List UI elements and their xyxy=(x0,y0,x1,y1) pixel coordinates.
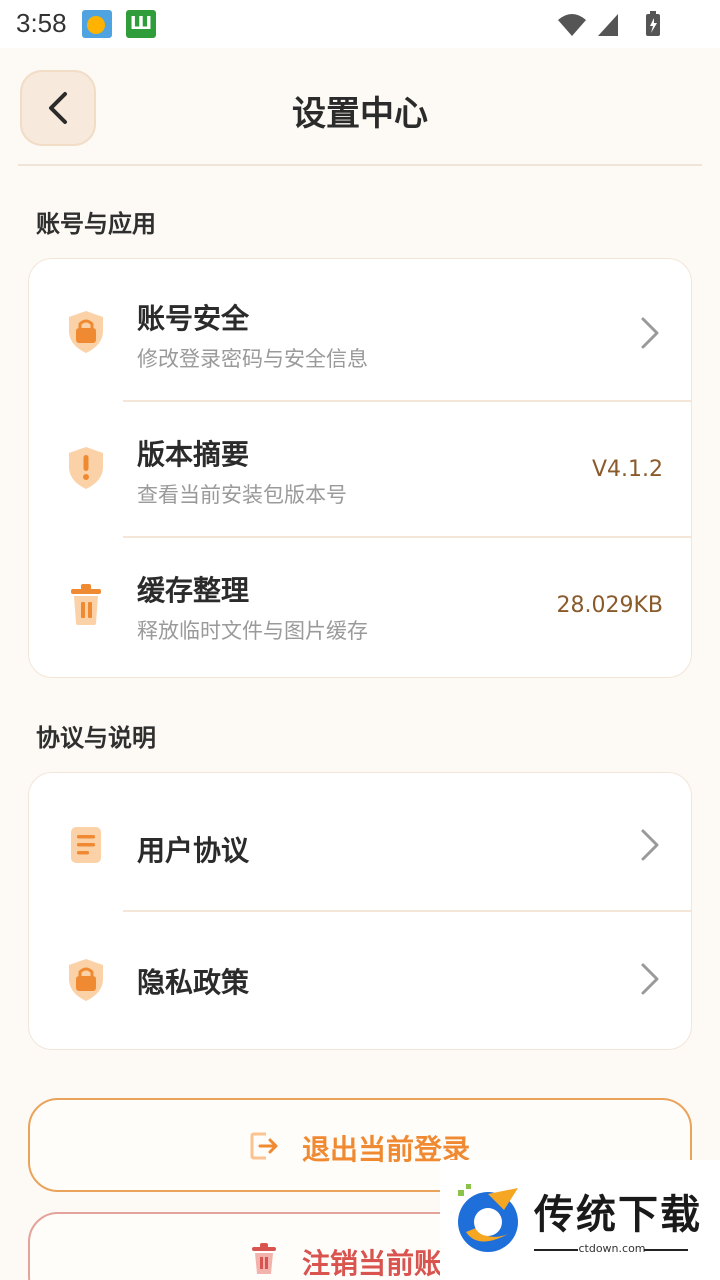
row-privacy-policy[interactable]: 隐私政策 xyxy=(29,911,693,1051)
delete-account-label: 注销当前账 xyxy=(302,1247,443,1280)
shield-lock-icon xyxy=(69,959,103,1001)
watermark-line-right xyxy=(644,1249,688,1251)
weather-app-icon xyxy=(82,10,112,38)
watermark-logo-icon xyxy=(458,1184,518,1252)
row-title: 缓存整理 xyxy=(137,574,250,607)
trash-icon xyxy=(71,584,101,625)
agreements-card: 用户协议 隐私政策 xyxy=(28,772,692,1050)
section-title-agreements: 协议与说明 xyxy=(36,724,156,752)
watermark-brand: 传统下载 xyxy=(534,1192,702,1238)
row-subtitle: 查看当前安装包版本号 xyxy=(137,483,347,507)
row-version-summary[interactable]: 版本摘要 查看当前安装包版本号 V4.1.2 xyxy=(29,401,693,537)
section-title-account: 账号与应用 xyxy=(36,210,156,238)
status-indicators xyxy=(552,10,672,38)
row-cache-cleanup[interactable]: 缓存整理 释放临时文件与图片缓存 28.029KB xyxy=(29,537,693,679)
watermark: 传统下载 ctdown.com xyxy=(440,1160,720,1280)
page-title: 设置中心 xyxy=(292,94,428,134)
row-title: 用户协议 xyxy=(137,834,250,867)
version-value: V4.1.2 xyxy=(591,457,663,482)
shield-exclamation-icon xyxy=(69,447,103,489)
row-title: 隐私政策 xyxy=(137,966,250,999)
status-bar: 3:58 Ш xyxy=(0,0,720,48)
status-time: 3:58 xyxy=(16,8,67,38)
row-subtitle: 释放临时文件与图片缓存 xyxy=(137,619,368,643)
row-subtitle: 修改登录密码与安全信息 xyxy=(137,347,368,371)
chevron-right-icon xyxy=(641,963,659,995)
row-account-security[interactable]: 账号安全 修改登录密码与安全信息 xyxy=(29,259,693,401)
signal-icons xyxy=(558,11,660,36)
shield-lock-icon xyxy=(69,311,103,353)
row-title: 版本摘要 xyxy=(137,438,250,471)
document-icon xyxy=(71,827,101,863)
header: 设置中心 xyxy=(0,48,720,166)
chevron-right-icon xyxy=(641,317,659,349)
row-title: 账号安全 xyxy=(137,302,250,335)
account-card: 账号安全 修改登录密码与安全信息 版本摘要 查看当前安装包版本号 V4.1.2 … xyxy=(28,258,692,678)
app-notification-icon: Ш xyxy=(126,10,156,38)
row-user-agreement[interactable]: 用户协议 xyxy=(29,773,693,911)
trash-icon xyxy=(252,1243,276,1274)
header-divider xyxy=(18,164,702,166)
cache-size-value: 28.029KB xyxy=(556,593,664,618)
chevron-right-icon xyxy=(641,829,659,861)
logout-icon xyxy=(250,1132,278,1160)
